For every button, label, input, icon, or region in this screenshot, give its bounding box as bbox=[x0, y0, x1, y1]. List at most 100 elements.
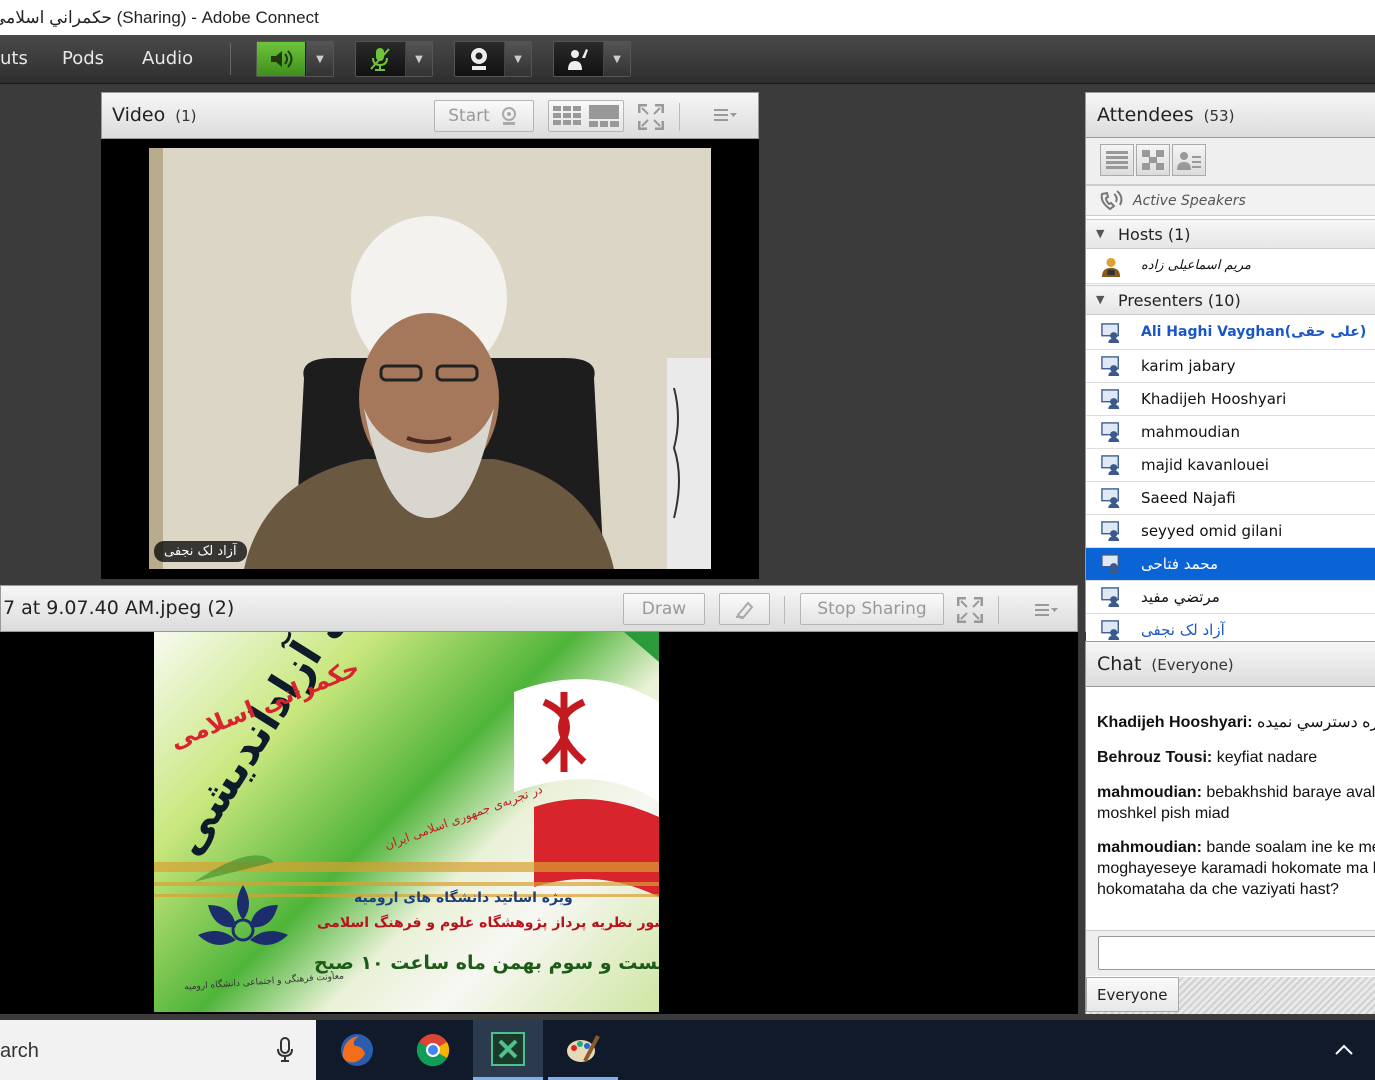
chat-input[interactable] bbox=[1098, 936, 1375, 970]
chevron-down-icon[interactable]: ▼ bbox=[504, 42, 531, 76]
attendee-row[interactable]: majid kavanlouei bbox=[1086, 449, 1375, 482]
chrome-icon[interactable] bbox=[398, 1020, 468, 1080]
fullscreen-icon[interactable] bbox=[637, 103, 665, 134]
attendee-row[interactable]: مرتضي مفيد bbox=[1086, 581, 1375, 614]
recipient-label: Everyone bbox=[1097, 986, 1168, 1004]
stop-sharing-button[interactable]: Stop Sharing bbox=[800, 593, 944, 625]
presenter-icon bbox=[1101, 620, 1120, 640]
attendee-row[interactable]: karim jabary bbox=[1086, 350, 1375, 383]
menu-pods[interactable]: Pods bbox=[62, 48, 104, 69]
presenter-video-image bbox=[149, 148, 711, 569]
grid-view-icon[interactable] bbox=[553, 106, 583, 126]
presenter-icon bbox=[1101, 488, 1120, 508]
pod-options-menu-icon[interactable] bbox=[714, 107, 738, 126]
attendee-name: seyyed omid gilani bbox=[1141, 522, 1283, 540]
menu-audio[interactable]: Audio bbox=[142, 48, 193, 69]
microphone-icon[interactable] bbox=[276, 1037, 294, 1063]
attendees-count: (53) bbox=[1203, 107, 1235, 125]
presenter-icon bbox=[1101, 389, 1120, 409]
divider bbox=[679, 103, 680, 131]
chevron-down-icon[interactable]: ▼ bbox=[306, 42, 333, 76]
webcam-icon[interactable] bbox=[455, 42, 503, 76]
attendee-name: Khadijeh Hooshyari bbox=[1141, 390, 1287, 408]
show-hidden-icons-chevron-icon[interactable] bbox=[1334, 1041, 1354, 1060]
pod-options-menu-icon[interactable] bbox=[1035, 602, 1059, 621]
chat-sender: mahmoudian: bbox=[1097, 839, 1202, 856]
recipient-selector[interactable]: Everyone bbox=[1086, 977, 1179, 1012]
start-label: Start bbox=[448, 106, 490, 126]
chat-message: Khadijeh Hooshyari: من اجازه دسترسي نميد… bbox=[1097, 712, 1375, 733]
raise-hand-icon[interactable] bbox=[554, 42, 602, 76]
taskbar-search[interactable]: arch bbox=[0, 1020, 316, 1080]
presenter-icon bbox=[1101, 455, 1120, 475]
speaker-icon[interactable] bbox=[257, 42, 305, 76]
presenter-icon bbox=[1101, 521, 1120, 541]
presenter-icon bbox=[1101, 587, 1120, 607]
attendees-pod-title: Attendees bbox=[1097, 104, 1194, 126]
divider bbox=[998, 596, 999, 624]
person-status-icon bbox=[1177, 152, 1201, 170]
attendees-pod-header: Attendees (53) bbox=[1086, 92, 1375, 138]
breakout-view-button[interactable] bbox=[1136, 144, 1170, 176]
filmstrip-view-icon[interactable] bbox=[589, 105, 619, 127]
chevron-down-icon[interactable]: ▼ bbox=[405, 42, 432, 76]
collapse-arrow-icon[interactable]: ▼ bbox=[1096, 293, 1104, 306]
speaker-name-tag: آزاد لک نجفی bbox=[154, 541, 247, 562]
adobe-connect-icon[interactable] bbox=[473, 1020, 543, 1080]
menu-layouts[interactable]: uts bbox=[0, 48, 28, 69]
webcam-toggle[interactable]: ▼ bbox=[454, 41, 532, 77]
chat-text: hokomataha da che vaziyati hast? bbox=[1097, 881, 1339, 898]
chat-pod-title: Chat bbox=[1097, 653, 1142, 675]
search-text: arch bbox=[0, 1040, 39, 1062]
presenters-section-header[interactable]: ▼ Presenters (10) bbox=[1086, 285, 1375, 315]
layout-toggle[interactable] bbox=[548, 100, 624, 132]
list-view-icon bbox=[1106, 151, 1128, 169]
attendee-row[interactable]: محمد فتاحی bbox=[1086, 548, 1375, 581]
collapse-arrow-icon[interactable]: ▼ bbox=[1096, 227, 1104, 240]
presenter-icon bbox=[1101, 356, 1120, 376]
attendee-name: karim jabary bbox=[1141, 357, 1236, 375]
attendee-row[interactable]: Saeed Najafi bbox=[1086, 482, 1375, 515]
fullscreen-icon[interactable] bbox=[956, 596, 984, 627]
video-pod-title: Video bbox=[112, 104, 166, 126]
chat-message: mahmoudian: bande soalam ine ke me moghay… bbox=[1097, 837, 1375, 900]
attendees-pod: Attendees (53) Active Speakers ▼ Hosts (1… bbox=[1085, 92, 1375, 647]
attendee-row[interactable]: mahmoudian bbox=[1086, 416, 1375, 449]
active-speakers-label: Active Speakers bbox=[1133, 193, 1246, 209]
paint-icon[interactable] bbox=[548, 1020, 618, 1080]
attendee-row[interactable]: seyyed omid gilani bbox=[1086, 515, 1375, 548]
chat-message: Behrouz Tousi: keyfiat nadare bbox=[1097, 747, 1375, 768]
shared-poster-image: کرسی آزاداندیشی حکمرانی اسلامی در تجربه‌… bbox=[154, 632, 659, 1012]
hosts-section-header[interactable]: ▼ Hosts (1) bbox=[1086, 219, 1375, 249]
list-view-button[interactable] bbox=[1100, 144, 1134, 176]
menu-bar: uts Pods Audio ▼ ▼ ▼ ▼ bbox=[0, 35, 1375, 84]
share-pod-title: 7 at 9.07.40 AM.jpeg (2) bbox=[3, 597, 235, 619]
attendee-row[interactable]: مریم اسماعیلی زاده bbox=[1086, 251, 1375, 284]
start-webcam-button[interactable]: Start bbox=[434, 100, 534, 132]
breakout-icon bbox=[1142, 150, 1164, 170]
annotate-button[interactable] bbox=[719, 593, 770, 625]
divider bbox=[784, 596, 785, 624]
draw-button[interactable]: Draw bbox=[623, 593, 705, 625]
microphone-toggle[interactable]: ▼ bbox=[355, 41, 433, 77]
status-view-button[interactable] bbox=[1172, 144, 1206, 176]
host-icon bbox=[1101, 257, 1121, 277]
chevron-down-icon[interactable]: ▼ bbox=[603, 42, 630, 76]
status-toggle[interactable]: ▼ bbox=[553, 41, 631, 77]
chat-sender: Behrouz Tousi: bbox=[1097, 749, 1213, 766]
attendee-name: majid kavanlouei bbox=[1141, 456, 1269, 474]
attendee-name: آزاد لک نجفی bbox=[1141, 621, 1225, 639]
chat-text: moghayeseye karamadi hokomate ma b bbox=[1097, 860, 1375, 877]
speaker-toggle[interactable]: ▼ bbox=[256, 41, 334, 77]
pencil-icon bbox=[735, 601, 753, 619]
attendee-row[interactable]: Khadijeh Hooshyari bbox=[1086, 383, 1375, 416]
hosts-label: Hosts (1) bbox=[1118, 225, 1191, 244]
divider bbox=[230, 43, 231, 75]
webcam-video-feed: آزاد لک نجفی bbox=[149, 148, 711, 569]
attendee-row[interactable]: Ali Haghi Vayghan(علی حقی) bbox=[1086, 317, 1375, 350]
presenters-label: Presenters (10) bbox=[1118, 291, 1241, 310]
chat-text: moshkel pish miad bbox=[1097, 805, 1230, 822]
firefox-icon[interactable] bbox=[322, 1020, 392, 1080]
poster-line3: پنجشنبه بیست و سوم بهمن ماه ساعت ۱۰ صبح bbox=[314, 952, 659, 974]
microphone-muted-icon[interactable] bbox=[356, 42, 404, 76]
